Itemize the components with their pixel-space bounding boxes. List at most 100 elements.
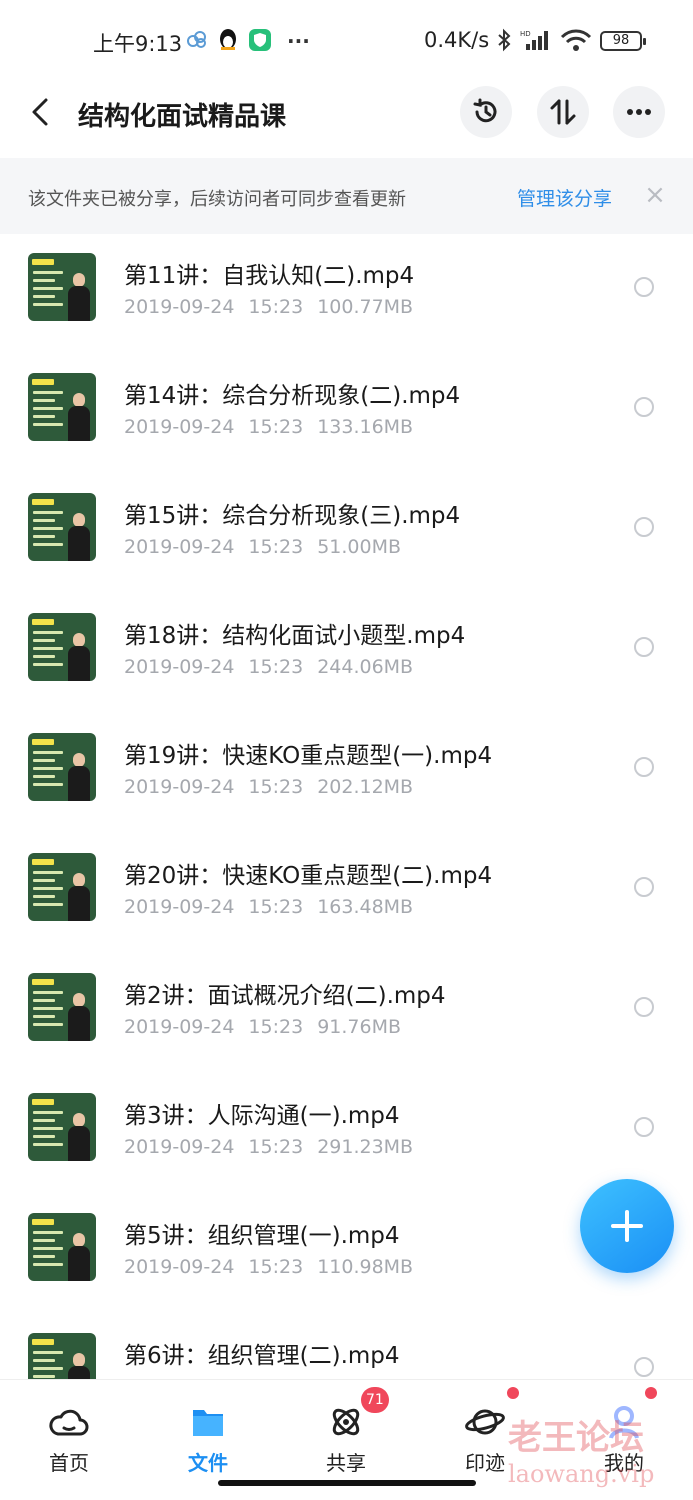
- wifi-icon: [560, 28, 592, 58]
- file-size: 100.77MB: [317, 296, 414, 318]
- file-time: 15:23: [248, 1016, 304, 1038]
- file-name: 第5讲：组织管理(一).mp4: [124, 1223, 400, 1249]
- more-icon: [627, 109, 651, 115]
- top-app-bar: 结构化面试精品课: [0, 82, 693, 158]
- tab-files[interactable]: 文件: [148, 1380, 268, 1480]
- file-time: 15:23: [248, 296, 304, 318]
- sort-button[interactable]: [537, 86, 589, 138]
- cloud-icon: [186, 28, 208, 56]
- file-size: 163.48MB: [317, 896, 414, 918]
- select-checkbox[interactable]: [634, 757, 654, 777]
- file-date: 2019-09-24: [124, 776, 235, 798]
- share-notice-banner: 该文件夹已被分享，后续访问者可同步查看更新 管理该分享 ×: [0, 158, 693, 234]
- file-size: 110.98MB: [317, 1256, 414, 1278]
- chevron-left-icon: [32, 98, 48, 126]
- file-meta: 2019-09-24 15:23 100.77MB: [124, 296, 413, 318]
- more-button[interactable]: [613, 86, 665, 138]
- hd-signal-icon: HD: [520, 28, 552, 58]
- file-name: 第18讲：结构化面试小题型.mp4: [124, 623, 466, 649]
- file-meta: 2019-09-24 15:23 163.48MB: [124, 896, 413, 918]
- select-checkbox[interactable]: [634, 397, 654, 417]
- video-thumbnail: [28, 973, 96, 1041]
- file-name: 第3讲：人际沟通(一).mp4: [124, 1103, 400, 1129]
- file-size: 91.76MB: [317, 1016, 402, 1038]
- penguin-icon: [217, 28, 239, 58]
- svg-text:HD: HD: [520, 30, 531, 38]
- select-checkbox[interactable]: [634, 1357, 654, 1377]
- tab-label: 共享: [326, 1451, 366, 1475]
- file-time: 15:23: [248, 1136, 304, 1158]
- file-size: 202.12MB: [317, 776, 414, 798]
- file-meta: 2019-09-24 15:23 91.76MB: [124, 1016, 401, 1038]
- folder-icon: [187, 1402, 229, 1442]
- history-button[interactable]: [460, 86, 512, 138]
- file-list-item[interactable]: 第19讲：快速KO重点题型(一).mp4 2019-09-24 15:23 202.1…: [0, 714, 693, 834]
- file-list-item[interactable]: 第20讲：快速KO重点题型(二).mp4 2019-09-24 15:23 163.4…: [0, 834, 693, 954]
- tab-label: 首页: [49, 1451, 89, 1475]
- file-size: 133.16MB: [317, 416, 414, 438]
- file-list-item[interactable]: 第6讲：组织管理(二).mp4: [0, 1314, 693, 1379]
- file-date: 2019-09-24: [124, 1136, 235, 1158]
- file-date: 2019-09-24: [124, 896, 235, 918]
- select-checkbox[interactable]: [634, 277, 654, 297]
- tab-home[interactable]: 首页: [9, 1380, 129, 1480]
- watermark: 老王论坛 laowang.vip: [508, 1410, 678, 1490]
- notification-dot: [645, 1387, 657, 1399]
- file-date: 2019-09-24: [124, 1016, 235, 1038]
- add-button[interactable]: [580, 1179, 674, 1273]
- file-date: 2019-09-24: [124, 1256, 235, 1278]
- file-size: 51.00MB: [317, 536, 402, 558]
- select-checkbox[interactable]: [634, 877, 654, 897]
- close-icon[interactable]: ×: [641, 180, 669, 210]
- file-name: 第14讲：综合分析现象(二).mp4: [124, 383, 461, 409]
- file-list-item[interactable]: 第2讲：面试概况介绍(二).mp4 2019-09-24 15:23 91.76MB: [0, 954, 693, 1074]
- video-thumbnail: [28, 1093, 96, 1161]
- cloud-icon: [48, 1402, 90, 1442]
- file-name: 第20讲：快速KO重点题型(二).mp4: [124, 863, 493, 889]
- status-time: 上午9:13: [93, 32, 183, 56]
- video-thumbnail: [28, 373, 96, 441]
- planet-icon: [464, 1402, 506, 1442]
- watermark-cn: 老王论坛: [508, 1418, 644, 1458]
- file-date: 2019-09-24: [124, 416, 235, 438]
- select-checkbox[interactable]: [634, 517, 654, 537]
- shield-icon: [248, 28, 272, 58]
- file-list-item[interactable]: 第14讲：综合分析现象(二).mp4 2019-09-24 15:23 133.16M…: [0, 354, 693, 474]
- file-date: 2019-09-24: [124, 296, 235, 318]
- file-size: 291.23MB: [317, 1136, 414, 1158]
- file-list-item[interactable]: 第18讲：结构化面试小题型.mp4 2019-09-24 15:23 244.06MB: [0, 594, 693, 714]
- battery-icon: 98: [600, 31, 646, 51]
- network-speed: 0.4K/s: [424, 28, 490, 52]
- file-time: 15:23: [248, 896, 304, 918]
- file-name: 第2讲：面试概况介绍(二).mp4: [124, 983, 446, 1009]
- select-checkbox[interactable]: [634, 637, 654, 657]
- file-name: 第6讲：组织管理(二).mp4: [124, 1343, 400, 1369]
- home-indicator[interactable]: [218, 1480, 476, 1486]
- file-name: 第19讲：快速KO重点题型(一).mp4: [124, 743, 493, 769]
- file-meta: 2019-09-24 15:23 291.23MB: [124, 1136, 413, 1158]
- file-meta: 2019-09-24 15:23 51.00MB: [124, 536, 401, 558]
- status-bar: 上午9:13 ··· 0.4K/s HD 98: [0, 0, 693, 82]
- select-checkbox[interactable]: [634, 1117, 654, 1137]
- file-time: 15:23: [248, 536, 304, 558]
- file-name: 第15讲：综合分析现象(三).mp4: [124, 503, 461, 529]
- video-thumbnail: [28, 1333, 96, 1379]
- file-time: 15:23: [248, 656, 304, 678]
- select-checkbox[interactable]: [634, 997, 654, 1017]
- video-thumbnail: [28, 493, 96, 561]
- file-meta: 2019-09-24 15:23 244.06MB: [124, 656, 413, 678]
- file-size: 244.06MB: [317, 656, 414, 678]
- back-button[interactable]: [24, 90, 64, 134]
- atom-icon: [325, 1402, 367, 1442]
- file-list-item[interactable]: 第11讲：自我认知(二).mp4 2019-09-24 15:23 100.77MB: [0, 234, 693, 354]
- more-status-icon: ···: [287, 29, 310, 53]
- file-list-item[interactable]: 第3讲：人际沟通(一).mp4 2019-09-24 15:23 291.23MB: [0, 1074, 693, 1194]
- file-time: 15:23: [248, 1256, 304, 1278]
- file-date: 2019-09-24: [124, 656, 235, 678]
- file-meta: 2019-09-24 15:23 133.16MB: [124, 416, 413, 438]
- share-notice-text: 该文件夹已被分享，后续访问者可同步查看更新: [28, 189, 406, 210]
- file-list-item[interactable]: 第15讲：综合分析现象(三).mp4 2019-09-24 15:23 51.00MB: [0, 474, 693, 594]
- watermark-en: laowang.vip: [508, 1460, 655, 1488]
- sort-icon: [550, 99, 576, 125]
- manage-share-link[interactable]: 管理该分享: [517, 184, 612, 211]
